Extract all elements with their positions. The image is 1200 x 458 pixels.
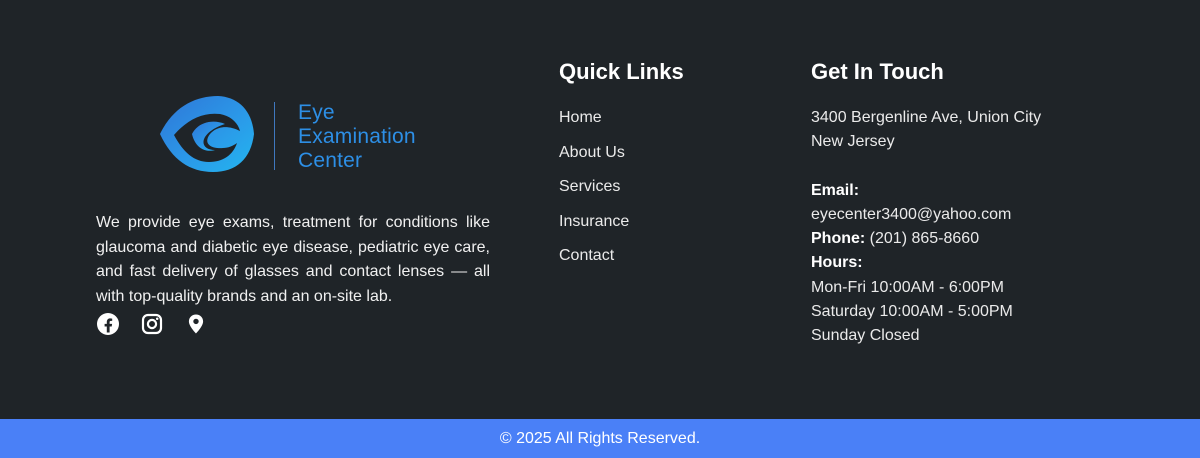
address-line-street: 3400 Bergenline Ave, Union City [811,109,1042,126]
logo-line-examination: Examination [298,125,416,148]
contact-column: Get In Touch 3400 Bergenline Ave, Union … [811,59,1091,344]
copyright-text: © 2025 All Rights Reserved. [499,430,701,447]
hours-weekday: Mon-Fri 10:00AM - 6:00PM [811,278,1004,296]
phone-label: Phone: [811,230,866,248]
logo-line-eye: Eye [298,101,335,124]
location-pin-icon[interactable] [184,312,208,336]
phone-row: Phone: (201) 865-8660 [811,227,1091,251]
quick-link-services[interactable]: Services [559,177,629,212]
address: 3400 Bergenline Ave, Union City New Jers… [811,106,1091,155]
quick-link-insurance[interactable]: Insurance [559,212,629,247]
quick-links-list: Home About Us Services Insurance Contact [559,108,629,281]
social-links [96,312,216,340]
hours-saturday: Saturday 10:00AM - 5:00PM [811,303,1013,321]
eye-examination-center-logo[interactable]: Eye Examination Center [156,92,456,176]
eye-logo-icon [160,96,254,172]
hours-sunday: Sunday Closed [811,327,920,345]
site-footer: Eye Examination Center We provide eye ex… [0,0,1200,419]
hours-label: Hours: [811,254,863,272]
email-link[interactable]: eyecenter3400@yahoo.com [811,203,1091,227]
quick-link-contact[interactable]: Contact [559,246,629,281]
contact-details: 3400 Bergenline Ave, Union City New Jers… [811,106,1091,349]
quick-link-about-us[interactable]: About Us [559,143,629,178]
quick-links-title: Quick Links [559,59,684,84]
phone-link[interactable]: (201) 865-8660 [870,230,979,247]
instagram-icon[interactable] [140,312,164,336]
quick-links-column: Quick Links Home About Us Services Insur… [559,59,759,264]
logo-divider [274,102,275,170]
logo-wordmark: Eye Examination Center [298,101,458,173]
logo-line-center: Center [298,149,363,172]
clinic-description: We provide eye exams, treatment for cond… [96,214,490,305]
address-line-state: New Jersey [811,133,895,151]
facebook-icon[interactable] [96,312,120,336]
contact-title: Get In Touch [811,59,944,84]
email-label: Email: [811,181,860,199]
copyright-bar: © 2025 All Rights Reserved. [0,419,1200,458]
quick-link-home[interactable]: Home [559,108,629,143]
